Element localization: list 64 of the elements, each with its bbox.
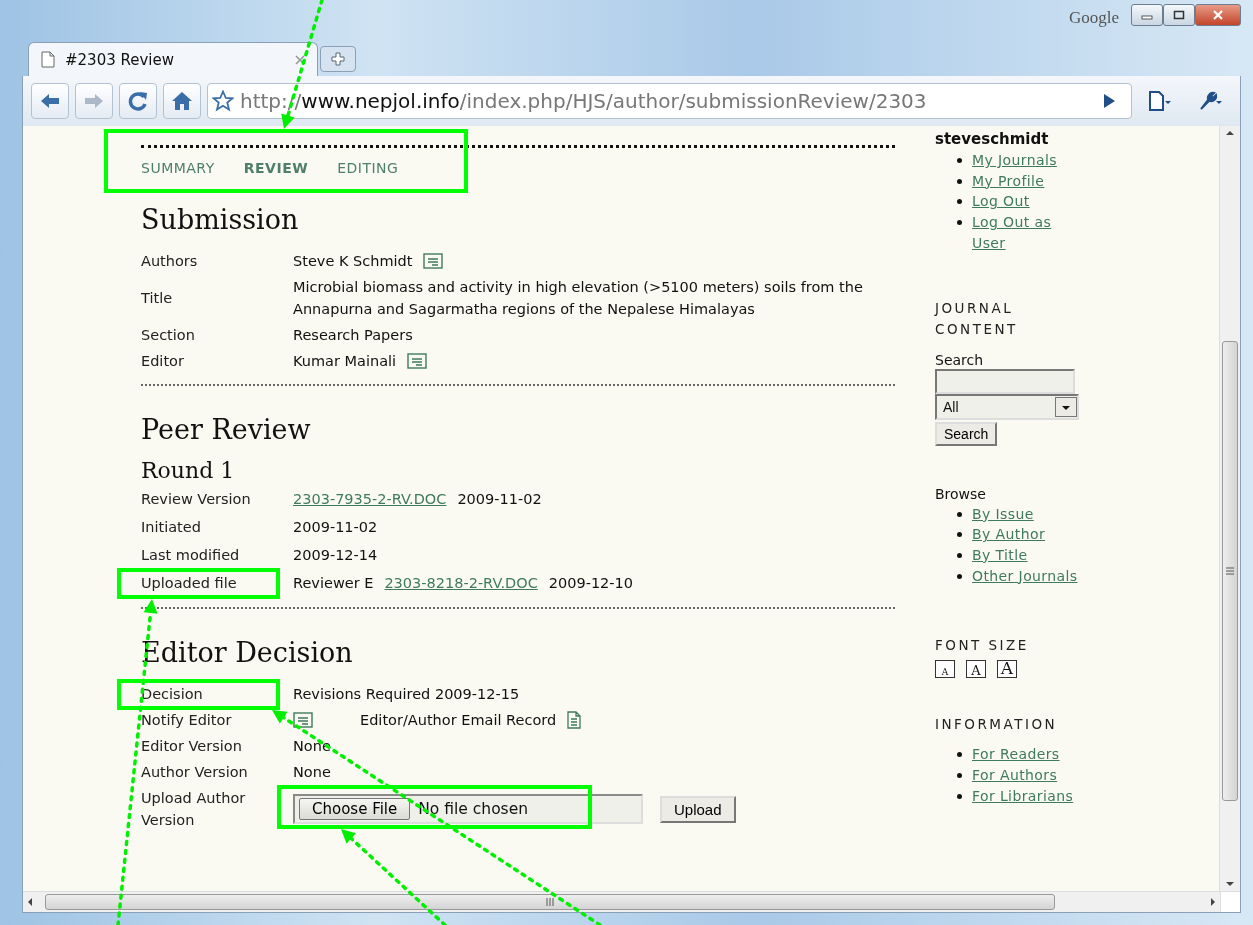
field-value: Microbial biomass and activity in high elevation (>5100 meters) soils from the Annapurna and Sagarmatha regions of the Nepalese Himalayas (293, 278, 864, 319)
sidebar-link[interactable]: Log Out (972, 191, 1030, 213)
field-value: Revisions Required 2009-12-15 (293, 685, 520, 704)
field-value: Reviewer E (293, 574, 374, 593)
sidebar-link[interactable]: For Readers (972, 744, 1060, 766)
field-label: Uploaded file (141, 574, 238, 593)
field-value: 2009-12-14 (293, 546, 378, 565)
tab-title: #2303 Review (65, 50, 176, 69)
field-label: Last modified (141, 546, 241, 565)
font-size-button[interactable]: A (997, 660, 1017, 679)
search-label: Search (935, 350, 985, 369)
section-heading: Peer Review (141, 414, 312, 445)
sidebar-link[interactable]: My Profile (972, 170, 1045, 192)
browser-brand: Google (1068, 8, 1119, 28)
field-label: Authors (141, 252, 199, 271)
field-value: 2009-11-02 (457, 490, 542, 509)
sidebar-heading: JOURNAL CONTENT (935, 298, 1019, 339)
browser-tab[interactable]: #2303 Review (28, 42, 318, 76)
sidebar-link[interactable]: By Author (972, 524, 1046, 545)
field-label: Notify Editor (141, 711, 233, 730)
field-value: Kumar Mainali (293, 352, 397, 371)
field-label: Author Version (141, 763, 249, 782)
search-button[interactable]: Search (935, 421, 998, 446)
field-label: Title (141, 289, 174, 308)
sidebar-link[interactable]: Log Out as User (972, 212, 1062, 254)
file-link[interactable]: 2303-8218-2-RV.DOC (384, 572, 538, 594)
address-bar[interactable]: http://www.nepjol.info/index.php/HJS/author/submissionReview/2303 (207, 83, 1132, 119)
sidebar-heading: INFORMATION (935, 715, 1059, 735)
font-size-button[interactable]: A (935, 660, 955, 679)
round-heading: Round 1 (141, 458, 236, 483)
sidebar-link[interactable]: Other Journals (972, 565, 1078, 587)
sidebar-link[interactable]: By Title (972, 544, 1028, 566)
field-label: Upload Author Version (141, 789, 247, 830)
sidebar-heading: FONT SIZE (935, 636, 1030, 656)
upload-button[interactable]: Upload (660, 795, 736, 823)
url-text: http://www.nepjol.info/index.php/HJS/author/submissionReview/2303 (240, 89, 928, 113)
field-value: 2009-12-10 (548, 574, 634, 593)
field-label: Editor Version (141, 737, 243, 756)
page-tab[interactable]: EDITING (337, 160, 399, 176)
field-label: Editor (141, 352, 185, 371)
field-label: Section (141, 326, 196, 345)
field-label: Initiated (141, 518, 202, 537)
font-size-button[interactable]: A (966, 660, 986, 679)
field-label: Review Version (141, 490, 252, 509)
sidebar-link[interactable]: For Authors (972, 765, 1058, 786)
dropdown-value: All (943, 398, 959, 415)
field-value: Research Papers (293, 326, 413, 345)
sidebar-link[interactable]: By Issue (972, 503, 1034, 525)
section-heading: Submission (141, 204, 300, 235)
field-value: None (293, 737, 331, 756)
choose-file-button[interactable]: Choose File (299, 798, 411, 820)
field-value: Editor/Author Email Record (360, 711, 557, 730)
username: steveschmidt (935, 130, 1050, 148)
sidebar-link[interactable]: For Librarians (972, 785, 1074, 807)
search-scope-dropdown[interactable]: All (935, 393, 1079, 420)
field-value: 2009-11-02 (293, 518, 378, 537)
sidebar-link[interactable]: My Journals (972, 150, 1057, 171)
sidebar-heading: Browse (935, 484, 987, 504)
field-value: None (293, 763, 331, 782)
file-link[interactable]: 2303-7935-2-RV.DOC (293, 488, 447, 510)
page-tab[interactable]: SUMMARY (141, 160, 215, 176)
page-tab[interactable]: REVIEW (243, 160, 309, 176)
section-heading: Editor Decision (141, 637, 354, 668)
field-value: Steve K Schmidt (293, 252, 413, 271)
